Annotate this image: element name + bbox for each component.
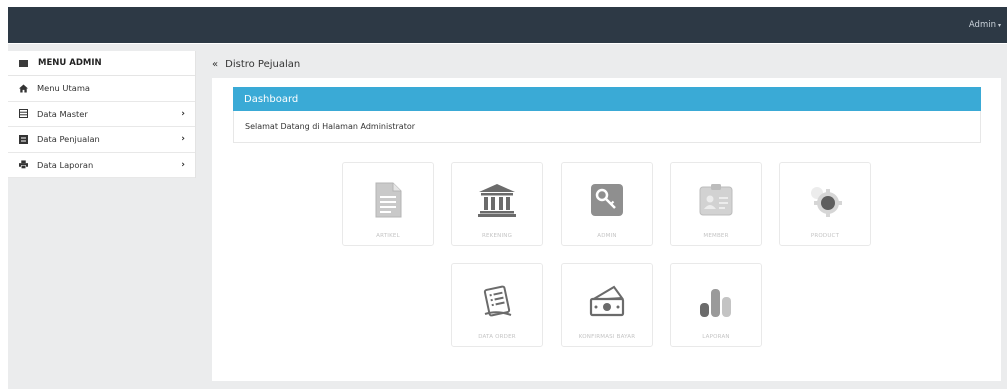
sidebar-item-data-penjualan[interactable]: Data Penjualan › <box>8 127 195 153</box>
sidebar-item-label: Data Penjualan <box>37 134 100 145</box>
tile-product[interactable]: PRODUCT <box>779 162 871 246</box>
top-navbar: Admin ▾ <box>8 7 1007 43</box>
sidebar-item-label: Data Master <box>37 108 88 119</box>
order-pad-icon <box>452 279 542 323</box>
tile-admin[interactable]: ADMIN <box>561 162 653 246</box>
sidebar: MENU ADMIN Menu Utama Data Master › Data… <box>8 51 196 178</box>
tile-artikel[interactable]: ARTIKEL <box>342 162 434 246</box>
tile-label: PRODUCT <box>810 233 840 239</box>
table-icon <box>19 109 28 119</box>
bank-icon <box>452 178 542 222</box>
sidebar-item-label: Data Laporan <box>37 159 94 170</box>
document-icon <box>343 178 433 222</box>
sidebar-item-menu-utama[interactable]: Menu Utama <box>8 76 195 102</box>
bar-chart-icon <box>671 279 761 323</box>
welcome-message: Selamat Datang di Halaman Administrator <box>233 111 981 143</box>
caret-down-icon: ▾ <box>997 22 1001 29</box>
breadcrumb-title: Distro Pejualan <box>225 58 301 70</box>
id-card-icon <box>671 178 761 222</box>
sidebar-item-data-master[interactable]: Data Master › <box>8 102 195 127</box>
money-icon <box>562 279 652 323</box>
tile-konfirmasi-bayar[interactable]: KONFIRMASI BAYAR <box>561 263 653 347</box>
tile-label: MEMBER <box>703 233 729 239</box>
breadcrumb: « Distro Pejualan <box>212 53 300 75</box>
menu-square-icon <box>19 59 28 67</box>
tile-label: ADMIN <box>597 233 617 239</box>
tile-label: KONFIRMASI BAYAR <box>578 334 636 340</box>
key-icon <box>562 178 652 222</box>
tile-laporan[interactable]: LAPORAN <box>670 263 762 347</box>
admin-user-label: Admin <box>968 20 996 30</box>
dashboard-panel-heading: Dashboard <box>233 87 981 111</box>
tile-rekening[interactable]: REKENING <box>451 162 543 246</box>
tile-label: LAPORAN <box>702 334 730 340</box>
chevron-right-icon: › <box>181 108 185 119</box>
tile-label: DATA ORDER <box>478 334 516 340</box>
home-icon <box>19 84 28 93</box>
sidebar-item-data-laporan[interactable]: Data Laporan › <box>8 153 195 178</box>
sidebar-title: MENU ADMIN <box>38 58 102 68</box>
tile-label: ARTIKEL <box>376 233 400 239</box>
tile-label: REKENING <box>481 233 513 239</box>
back-double-chevron-icon[interactable]: « <box>212 59 218 70</box>
sidebar-header: MENU ADMIN <box>8 51 195 76</box>
tile-member[interactable]: MEMBER <box>670 162 762 246</box>
admin-user-menu[interactable]: Admin ▾ <box>969 20 1001 30</box>
gear-icon <box>780 178 870 222</box>
print-icon <box>19 160 28 170</box>
list-icon <box>19 134 28 144</box>
chevron-right-icon: › <box>181 134 185 144</box>
chevron-right-icon: › <box>181 159 185 170</box>
tile-data-order[interactable]: DATA ORDER <box>451 263 543 347</box>
sidebar-item-label: Menu Utama <box>37 83 90 94</box>
